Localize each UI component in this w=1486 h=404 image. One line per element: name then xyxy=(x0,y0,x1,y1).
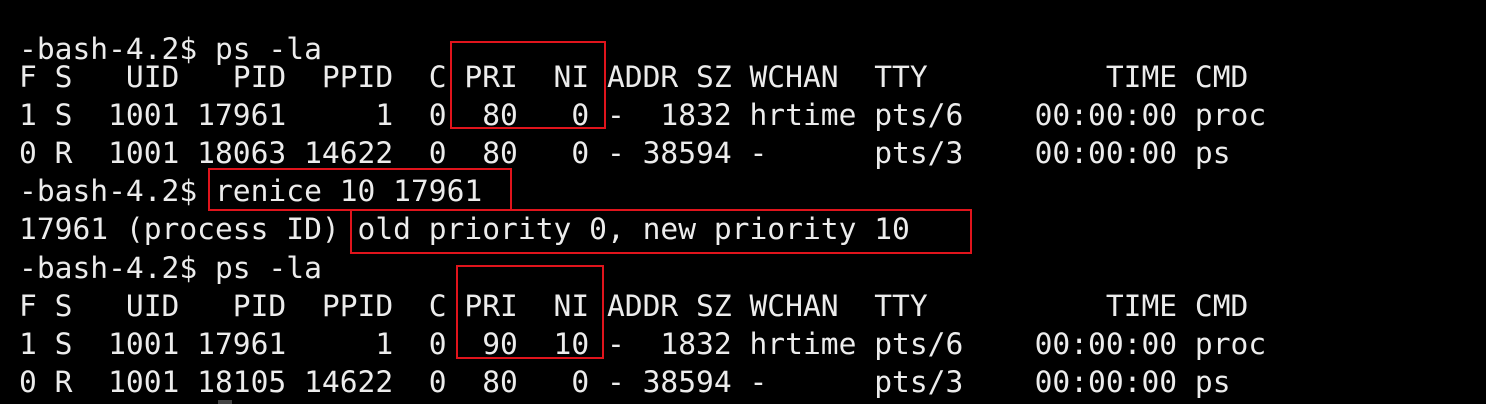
ps-header-2: F S UID PID PPID C PRI NI ADDR SZ WCHAN … xyxy=(19,289,1249,323)
highlight-box-pri-ni-after xyxy=(456,265,604,359)
ps-row-ps-before: 0 R 1001 18063 14622 0 80 0 - 38594 - pt… xyxy=(19,136,1231,170)
terminal-cursor xyxy=(218,400,232,404)
ps-row-proc-after: 1 S 1001 17961 1 0 90 10 - 1832 hrtime p… xyxy=(19,327,1267,361)
ps-row-proc-before: 1 S 1001 17961 1 0 80 0 - 1832 hrtime pt… xyxy=(19,98,1267,132)
highlight-box-renice-command xyxy=(208,168,512,211)
prompt-line-ps-2: -bash-4.2$ ps -la xyxy=(19,251,322,285)
highlight-box-priority-change xyxy=(350,209,972,254)
terminal-window[interactable]: -bash-4.2$ ps -la F S UID PID PPID C PRI… xyxy=(0,0,1486,404)
ps-row-ps-after: 0 R 1001 18105 14622 0 80 0 - 38594 - pt… xyxy=(19,365,1231,399)
ps-header-1: F S UID PID PPID C PRI NI ADDR SZ WCHAN … xyxy=(19,60,1249,94)
highlight-box-pri-ni-before xyxy=(450,41,606,129)
